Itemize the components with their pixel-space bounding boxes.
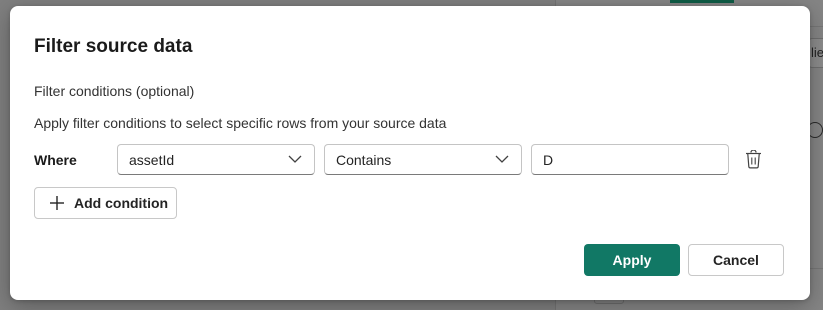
background-tab-label: lie [811,45,823,60]
add-condition-label: Add condition [74,195,169,211]
filter-value-input[interactable] [531,144,729,175]
apply-button-label: Apply [612,252,652,268]
chevron-down-icon [288,155,302,163]
filter-dialog: Filter source data Filter conditions (op… [10,6,810,300]
operator-dropdown[interactable]: Contains [324,144,522,175]
background-tab: lie [808,38,823,68]
plus-icon [50,196,64,210]
field-dropdown-value: assetId [129,152,175,168]
add-condition-button[interactable]: Add condition [34,187,177,219]
apply-button[interactable]: Apply [584,244,680,276]
chevron-down-icon [495,155,509,163]
cancel-button-label: Cancel [713,252,759,268]
cancel-button[interactable]: Cancel [688,244,784,276]
filter-description: Apply filter conditions to select specif… [34,115,447,131]
dialog-title: Filter source data [34,36,193,57]
where-label: Where [34,152,77,168]
field-dropdown[interactable]: assetId [117,144,315,175]
filter-conditions-label: Filter conditions (optional) [34,83,195,99]
operator-dropdown-value: Contains [336,152,392,168]
background-tab-indicator [670,0,734,3]
delete-condition-button[interactable] [743,148,763,170]
trash-icon [745,149,761,169]
